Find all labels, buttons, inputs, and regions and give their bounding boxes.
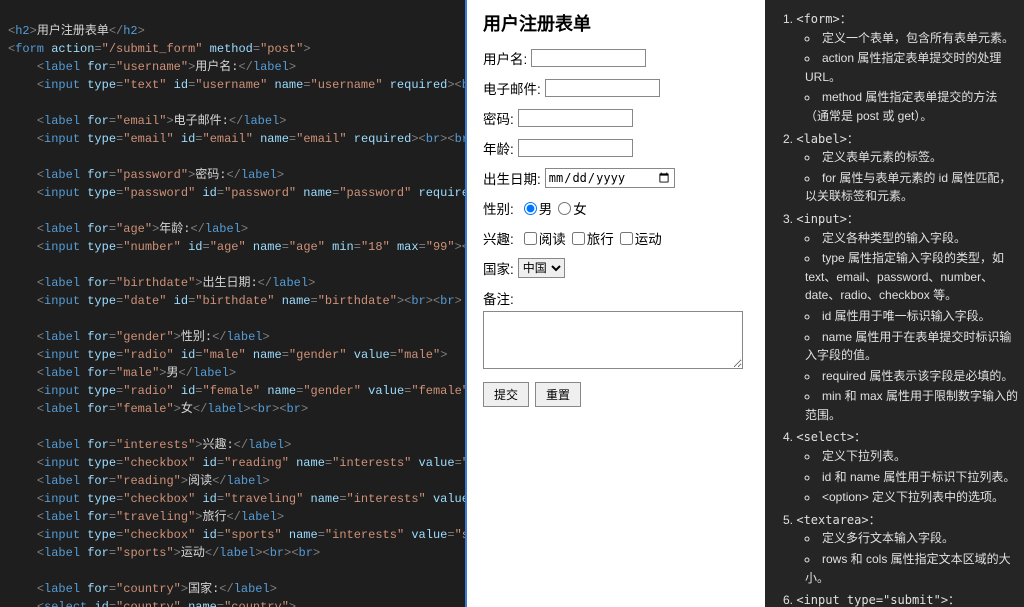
- doc-item-textarea: <textarea>： 定义多行文本输入字段。 rows 和 cols 属性指定…: [783, 511, 1020, 587]
- explanation-panel: <form>： 定义一个表单，包含所有表单元素。 action 属性指定表单提交…: [765, 0, 1024, 607]
- password-input[interactable]: [518, 109, 633, 127]
- email-label: 电子邮件:: [483, 78, 541, 98]
- reset-button[interactable]: [535, 382, 581, 407]
- doc-item-input-head: <input>：: [796, 212, 859, 226]
- gender-female-radio[interactable]: [558, 202, 571, 215]
- doc-item-label: <label>： 定义表单元素的标签。 for 属性与表单元素的 id 属性匹配…: [783, 130, 1020, 206]
- comments-label: 备注:: [483, 292, 514, 307]
- birthdate-label: 出生日期:: [483, 168, 541, 188]
- country-label: 国家:: [483, 258, 514, 278]
- interests-label: 兴趣:: [483, 228, 514, 248]
- gender-female-label: 女: [573, 198, 587, 218]
- doc-item-select-head: <select>：: [796, 430, 866, 444]
- username-label: 用户名:: [483, 48, 527, 68]
- doc-item-select: <select>： 定义下拉列表。 id 和 name 属性用于标识下拉列表。 …: [783, 428, 1020, 506]
- code-editor-panel: <h2>用户注册表单</h2> <form action="/submit_fo…: [0, 0, 465, 607]
- doc-item-submit-head: <input type="submit">：: [796, 593, 960, 607]
- username-input[interactable]: [531, 49, 646, 67]
- comments-textarea[interactable]: [483, 311, 743, 369]
- interest-sports-checkbox[interactable]: [620, 232, 633, 245]
- preview-panel: 用户注册表单 用户名: 电子邮件: 密码: 年龄: 出生日期: 性别: 男 女 …: [465, 0, 765, 607]
- age-input[interactable]: [518, 139, 633, 157]
- form-title: 用户注册表单: [483, 10, 749, 36]
- interest-traveling-checkbox[interactable]: [572, 232, 585, 245]
- email-input[interactable]: [545, 79, 660, 97]
- doc-item-form-head: <form>：: [796, 12, 851, 26]
- doc-item-textarea-head: <textarea>：: [796, 513, 880, 527]
- interest-reading-checkbox[interactable]: [524, 232, 537, 245]
- interest-sports-label: 运动: [635, 228, 662, 248]
- gender-male-radio[interactable]: [524, 202, 537, 215]
- doc-item-form: <form>： 定义一个表单，包含所有表单元素。 action 属性指定表单提交…: [783, 10, 1020, 126]
- birthdate-input[interactable]: [545, 168, 675, 188]
- country-select[interactable]: 中国: [518, 258, 565, 278]
- gender-label: 性别:: [483, 198, 514, 218]
- interest-reading-label: 阅读: [539, 228, 566, 248]
- doc-item-submit: <input type="submit">： 定义提交按钮，用于提交表单数据。: [783, 591, 1020, 607]
- doc-item-input: <input>： 定义各种类型的输入字段。 type 属性指定输入字段的类型，如…: [783, 210, 1020, 425]
- submit-button[interactable]: [483, 382, 529, 407]
- password-label: 密码:: [483, 108, 514, 128]
- doc-item-label-head: <label>：: [796, 132, 859, 146]
- gender-male-label: 男: [539, 198, 553, 218]
- interest-traveling-label: 旅行: [587, 228, 614, 248]
- age-label: 年龄:: [483, 138, 514, 158]
